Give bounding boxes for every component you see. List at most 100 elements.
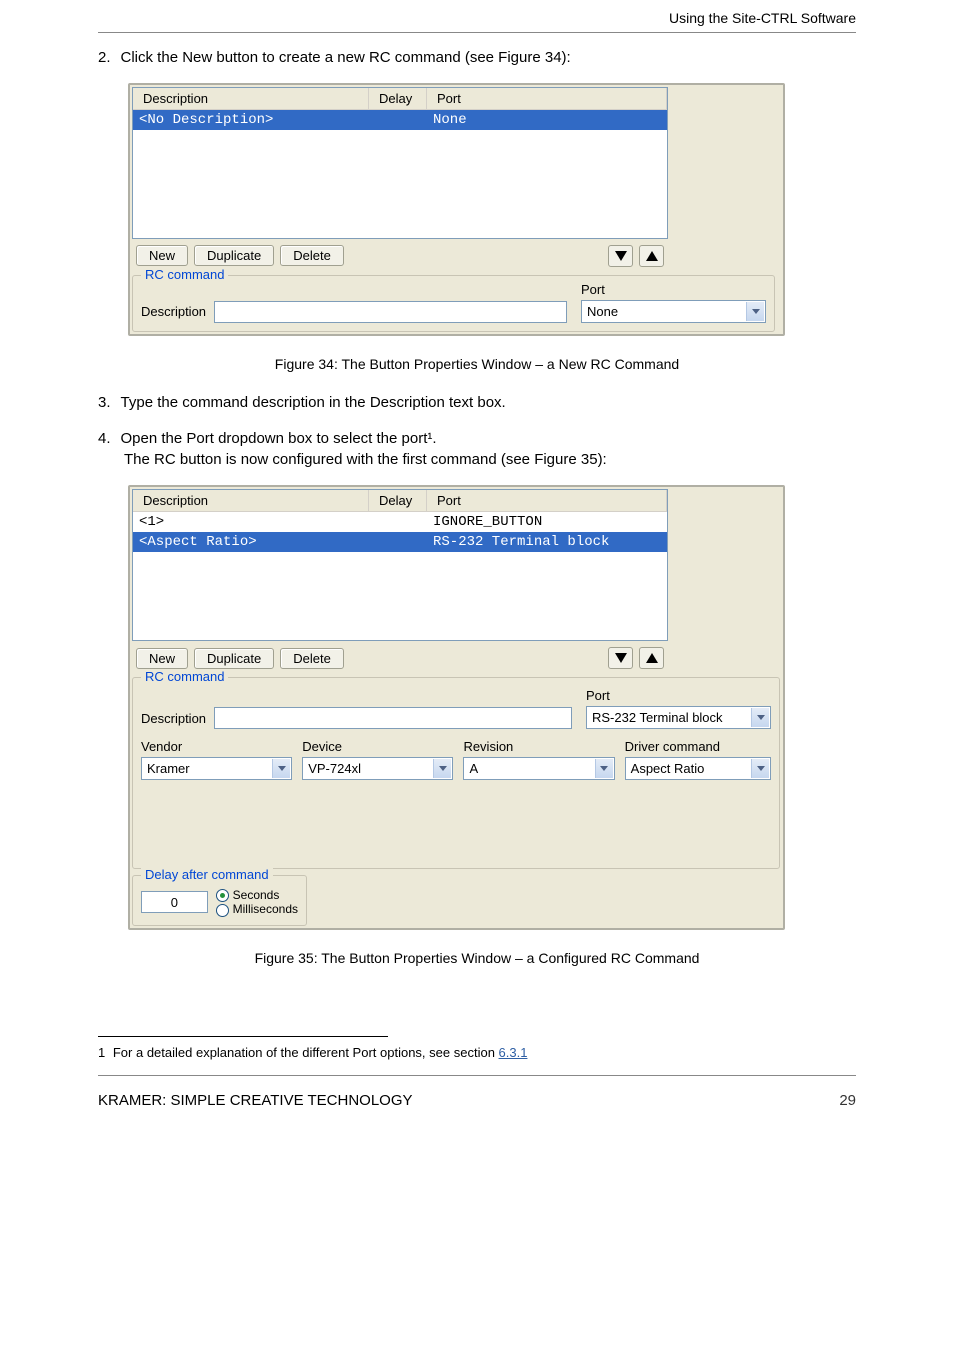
step-3-text: 3. Type the command description in the De…: [98, 392, 856, 414]
step-text: Click the New button to create a new RC …: [121, 49, 571, 66]
triangle-down-icon: [615, 251, 627, 261]
list-body: <No Description> None: [133, 110, 667, 238]
cell-delay: [369, 110, 427, 130]
revision-label: Revision: [463, 739, 614, 754]
page-header-right: Using the Site-CTRL Software: [98, 10, 856, 26]
list-row[interactable]: <1> IGNORE_BUTTON: [133, 512, 667, 532]
port-value: RS-232 Terminal block: [592, 710, 723, 725]
cell-desc: <No Description>: [133, 110, 369, 130]
footnote-link[interactable]: 6.3.1: [499, 1045, 528, 1060]
chevron-down-icon: [272, 759, 290, 778]
duplicate-button[interactable]: Duplicate: [194, 648, 274, 669]
step-text: Open the Port dropdown box to select the…: [121, 430, 437, 447]
fig35-panel: Description Delay Port <1> IGNORE_BUTTON…: [128, 485, 785, 930]
device-dropdown[interactable]: VP-724xl: [302, 757, 453, 780]
col-port[interactable]: Port: [427, 88, 667, 109]
caption-no: Figure 35: [255, 950, 314, 966]
list-header: Description Delay Port: [133, 88, 667, 110]
step-2-text: 2. Click the New button to create a new R…: [98, 47, 856, 69]
rc-command-fieldset: RC command Description Port RS-232 Termi…: [132, 677, 780, 869]
list-row[interactable]: <No Description> None: [133, 110, 667, 130]
caption-no: Figure 34: [275, 356, 334, 372]
device-value: VP-724xl: [308, 761, 361, 776]
fig34-panel: Description Delay Port <No Description> …: [128, 83, 785, 336]
drivercmd-value: Aspect Ratio: [631, 761, 705, 776]
delay-value-input[interactable]: [141, 891, 208, 913]
col-description[interactable]: Description: [133, 490, 369, 511]
footer-page-number: 29: [839, 1092, 856, 1109]
description-label: Description: [141, 711, 206, 726]
footer-left: KRAMER: SIMPLE CREATIVE TECHNOLOGY: [98, 1092, 413, 1109]
figure-34-caption: Figure 34: The Button Properties Window …: [98, 356, 856, 372]
chevron-down-icon: [433, 759, 451, 778]
new-button[interactable]: New: [136, 648, 188, 669]
delay-after-command-fieldset: Delay after command Seconds Milliseconds: [132, 875, 307, 926]
delete-button[interactable]: Delete: [280, 648, 344, 669]
footnote-rule: [98, 1036, 388, 1037]
port-label: Port: [586, 688, 771, 703]
radio-seconds-label: Seconds: [233, 888, 280, 902]
triangle-up-icon: [646, 653, 658, 663]
step-num: 3.: [98, 394, 111, 411]
delay-legend: Delay after command: [141, 867, 273, 882]
rc-command-legend: RC command: [141, 267, 228, 282]
step-text-2: The RC button is now configured with the…: [124, 451, 607, 468]
cell-port: None: [427, 110, 667, 130]
move-down-button[interactable]: [608, 647, 633, 669]
caption-title: : The Button Properties Window – a Confi…: [314, 950, 700, 966]
footnote: 1 For a detailed explanation of the diff…: [98, 1045, 856, 1060]
port-label: Port: [581, 282, 766, 297]
list-body: <1> IGNORE_BUTTON <Aspect Ratio> RS-232 …: [133, 512, 667, 640]
step-num: 2.: [98, 49, 111, 66]
list-row[interactable]: <Aspect Ratio> RS-232 Terminal block: [133, 532, 667, 552]
vendor-dropdown[interactable]: Kramer: [141, 757, 292, 780]
divider-top: [98, 32, 856, 33]
col-description[interactable]: Description: [133, 88, 369, 109]
duplicate-button[interactable]: Duplicate: [194, 245, 274, 266]
chevron-down-icon: [746, 302, 764, 321]
footnote-num: 1: [98, 1045, 105, 1060]
delay-radio-group: Seconds Milliseconds: [216, 888, 298, 917]
chevron-down-icon: [751, 708, 769, 727]
step-num: 4.: [98, 430, 111, 447]
revision-dropdown[interactable]: A: [463, 757, 614, 780]
col-port[interactable]: Port: [427, 490, 667, 511]
new-button[interactable]: New: [136, 245, 188, 266]
description-input[interactable]: [214, 707, 572, 729]
step-text: Type the command description in the Desc…: [121, 394, 506, 411]
chevron-down-icon: [595, 759, 613, 778]
rc-command-fieldset: RC command Description Port None: [132, 275, 775, 332]
radio-seconds-row[interactable]: Seconds: [216, 888, 298, 902]
delete-button[interactable]: Delete: [280, 245, 344, 266]
command-list[interactable]: Description Delay Port <No Description> …: [132, 87, 668, 239]
drivercmd-label: Driver command: [625, 739, 771, 754]
radio-ms[interactable]: [216, 904, 229, 917]
radio-seconds[interactable]: [216, 889, 229, 902]
device-label: Device: [302, 739, 453, 754]
triangle-down-icon: [615, 653, 627, 663]
radio-ms-row[interactable]: Milliseconds: [216, 902, 298, 916]
col-delay[interactable]: Delay: [369, 88, 427, 109]
port-dropdown[interactable]: None: [581, 300, 766, 323]
command-list[interactable]: Description Delay Port <1> IGNORE_BUTTON…: [132, 489, 668, 641]
cell-port: RS-232 Terminal block: [427, 532, 667, 552]
port-value: None: [587, 304, 618, 319]
chevron-down-icon: [751, 759, 769, 778]
move-up-button[interactable]: [639, 245, 664, 267]
col-delay[interactable]: Delay: [369, 490, 427, 511]
move-up-button[interactable]: [639, 647, 664, 669]
move-down-button[interactable]: [608, 245, 633, 267]
port-dropdown[interactable]: RS-232 Terminal block: [586, 706, 771, 729]
footnote-text: For a detailed explanation of the differ…: [113, 1045, 499, 1060]
drivercmd-dropdown[interactable]: Aspect Ratio: [625, 757, 771, 780]
step-4-text: 4. Open the Port dropdown box to select t…: [98, 428, 856, 472]
radio-ms-label: Milliseconds: [233, 902, 298, 916]
cell-port: IGNORE_BUTTON: [427, 512, 667, 532]
list-header: Description Delay Port: [133, 490, 667, 512]
cell-delay: [369, 512, 427, 532]
caption-title: : The Button Properties Window – a New R…: [334, 356, 679, 372]
description-input[interactable]: [214, 301, 567, 323]
rc-command-legend: RC command: [141, 669, 228, 684]
description-label: Description: [141, 304, 206, 319]
cell-desc: <Aspect Ratio>: [133, 532, 369, 552]
